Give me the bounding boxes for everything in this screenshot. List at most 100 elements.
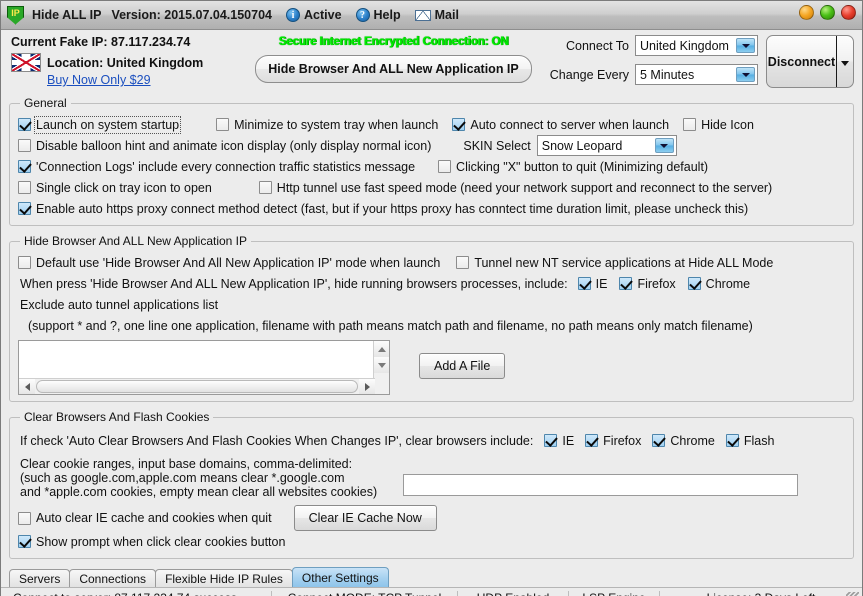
cookie-ranges-input[interactable] bbox=[403, 474, 799, 496]
checkbox-icon[interactable] bbox=[683, 118, 697, 131]
checkbox-label: Enable auto https proxy connect method d… bbox=[36, 201, 749, 216]
checkbox-icon[interactable] bbox=[18, 256, 31, 269]
list-vertical-scrollbar[interactable] bbox=[373, 341, 389, 394]
checkbox-icon[interactable] bbox=[216, 118, 230, 131]
checkbox-icon[interactable] bbox=[18, 511, 31, 525]
checkbox-hide-chrome[interactable]: Chrome bbox=[687, 277, 750, 291]
checkbox-icon[interactable] bbox=[452, 118, 466, 131]
minimize-button[interactable] bbox=[799, 5, 814, 20]
checkbox-hide-icon[interactable]: Hide Icon bbox=[683, 118, 754, 132]
active-link[interactable]: i Active bbox=[286, 8, 342, 22]
exclude-applications-list[interactable] bbox=[18, 340, 390, 395]
tab-connections[interactable]: Connections bbox=[69, 569, 157, 587]
checkbox-auto-connect[interactable]: Auto connect to server when launch bbox=[452, 118, 669, 132]
disconnect-button[interactable]: Disconnect bbox=[766, 35, 854, 88]
checkbox-label: Flash bbox=[743, 433, 775, 448]
checkbox-icon[interactable] bbox=[585, 434, 599, 447]
header-right: Connect To United Kingdom Change Every 5… bbox=[550, 35, 854, 88]
tab-other-settings[interactable]: Other Settings bbox=[291, 567, 389, 587]
skin-select-dropdown[interactable]: Snow Leopard bbox=[536, 135, 677, 156]
tab-servers[interactable]: Servers bbox=[9, 569, 71, 587]
checkbox-launch-on-startup[interactable]: Launch on system startup bbox=[18, 115, 182, 134]
add-a-file-button[interactable]: Add A File bbox=[419, 353, 506, 379]
change-every-dropdown[interactable]: 5 Minutes bbox=[635, 64, 758, 85]
checkbox-icon[interactable] bbox=[18, 202, 31, 215]
change-every-label: Change Every bbox=[549, 67, 629, 82]
checkbox-icon[interactable] bbox=[438, 160, 452, 173]
scroll-down-icon[interactable] bbox=[374, 357, 389, 373]
checkbox-label: Auto clear IE cache and cookies when qui… bbox=[36, 511, 272, 525]
hide-browser-button[interactable]: Hide Browser And ALL New Application IP bbox=[255, 55, 532, 83]
clear-cookies-legend: Clear Browsers And Flash Cookies bbox=[24, 410, 210, 424]
exclude-hint-row: (support * and ?, one line one applicati… bbox=[18, 315, 845, 336]
checkbox-single-click-tray[interactable]: Single click on tray icon to open bbox=[18, 181, 212, 195]
checkbox-connection-logs[interactable]: 'Connection Logs' include every connecti… bbox=[18, 160, 415, 174]
checkbox-label: IE bbox=[595, 276, 608, 291]
tab-flexible-hide-ip-rules[interactable]: Flexible Hide IP Rules bbox=[155, 569, 293, 587]
checkbox-icon[interactable] bbox=[258, 181, 272, 194]
maximize-button[interactable] bbox=[820, 5, 835, 20]
connect-to-dropdown[interactable]: United Kingdom bbox=[635, 35, 758, 56]
chevron-down-icon[interactable] bbox=[837, 55, 853, 69]
checkbox-hide-firefox[interactable]: Firefox bbox=[619, 276, 676, 291]
checkbox-label: Single click on tray icon to open bbox=[36, 180, 212, 195]
checkbox-icon[interactable] bbox=[619, 277, 633, 290]
hide-browser-legend: Hide Browser And ALL New Application IP bbox=[24, 234, 248, 248]
scroll-up-icon[interactable] bbox=[374, 341, 389, 357]
checkbox-icon[interactable] bbox=[577, 277, 591, 290]
scroll-left-icon[interactable] bbox=[19, 379, 35, 394]
chevron-down-icon[interactable] bbox=[736, 67, 755, 82]
checkbox-icon[interactable] bbox=[544, 434, 558, 447]
checkbox-auto-clear-ie-cache[interactable]: Auto clear IE cache and cookies when qui… bbox=[18, 511, 272, 525]
checkbox-http-tunnel-fast[interactable]: Http tunnel use fast speed mode (need yo… bbox=[258, 181, 772, 195]
secure-connection-status: Secure Internet Encrypted Connection: ON bbox=[278, 36, 509, 48]
checkbox-clear-ie[interactable]: IE bbox=[544, 434, 574, 448]
checkbox-tunnel-nt-services[interactable]: Tunnel new NT service applications at Hi… bbox=[456, 256, 773, 270]
checkbox-icon[interactable] bbox=[687, 277, 701, 290]
list-horizontal-scrollbar[interactable] bbox=[19, 378, 375, 394]
help-link[interactable]: ? Help bbox=[355, 8, 401, 22]
app-icon-label: IP bbox=[11, 7, 20, 18]
scroll-right-icon[interactable] bbox=[359, 379, 375, 394]
buy-now-link[interactable]: Buy Now Only $29 bbox=[47, 73, 256, 87]
checkbox-https-proxy-detect[interactable]: Enable auto https proxy connect method d… bbox=[18, 202, 748, 216]
checkbox-show-prompt[interactable]: Show prompt when click clear cookies but… bbox=[18, 535, 285, 549]
status-connect-mode: Connect MODE: TCP Tunnel bbox=[272, 588, 457, 596]
scrollbar-thumb[interactable] bbox=[36, 380, 358, 393]
general-legend: General bbox=[24, 96, 67, 110]
chevron-down-icon[interactable] bbox=[654, 138, 674, 153]
checkbox-minimize-to-tray[interactable]: Minimize to system tray when launch bbox=[216, 118, 438, 132]
checkbox-clear-flash[interactable]: Flash bbox=[725, 433, 775, 448]
checkbox-icon[interactable] bbox=[18, 535, 31, 548]
checkbox-icon[interactable] bbox=[18, 139, 31, 152]
checkbox-clicking-x-to-quit[interactable]: Clicking "X" button to quit (Minimizing … bbox=[438, 160, 708, 174]
checkbox-icon[interactable] bbox=[18, 160, 31, 173]
info-icon: i bbox=[286, 8, 300, 22]
exclude-list-title: Exclude auto tunnel applications list bbox=[20, 297, 219, 312]
app-title: Hide ALL IP bbox=[32, 8, 102, 22]
when-press-text: When press 'Hide Browser And ALL New App… bbox=[20, 276, 568, 291]
auto-clear-text: If check 'Auto Clear Browsers And Flash … bbox=[20, 433, 534, 448]
checkbox-icon[interactable] bbox=[18, 118, 31, 131]
checkbox-default-hide-mode[interactable]: Default use 'Hide Browser And All New Ap… bbox=[18, 256, 440, 270]
resize-grip-icon[interactable] bbox=[846, 592, 859, 596]
checkbox-icon[interactable] bbox=[18, 181, 31, 194]
checkbox-icon[interactable] bbox=[652, 434, 666, 447]
clear-ie-cache-button[interactable]: Clear IE Cache Now bbox=[293, 505, 437, 531]
chevron-down-icon[interactable] bbox=[736, 38, 755, 53]
clear-cookies-row-3: Auto clear IE cache and cookies when qui… bbox=[18, 505, 845, 531]
checkbox-disable-balloon[interactable]: Disable balloon hint and animate icon di… bbox=[18, 139, 431, 153]
checkbox-clear-chrome[interactable]: Chrome bbox=[652, 434, 715, 448]
status-udp: UDP Enabled bbox=[458, 588, 568, 596]
checkbox-icon[interactable] bbox=[725, 434, 739, 447]
checkbox-label: Firefox bbox=[637, 276, 676, 291]
general-row-2: Disable balloon hint and animate icon di… bbox=[18, 135, 845, 156]
mail-link[interactable]: Mail bbox=[414, 8, 459, 22]
checkbox-hide-ie[interactable]: IE bbox=[577, 276, 608, 291]
checkbox-label: Auto connect to server when launch bbox=[470, 117, 670, 132]
checkbox-icon[interactable] bbox=[456, 256, 470, 269]
checkbox-clear-firefox[interactable]: Firefox bbox=[585, 434, 641, 448]
close-button[interactable] bbox=[841, 5, 856, 20]
cookie-ranges-line3: and *apple.com cookies, empty mean clear… bbox=[20, 485, 378, 499]
question-icon: ? bbox=[355, 8, 370, 22]
